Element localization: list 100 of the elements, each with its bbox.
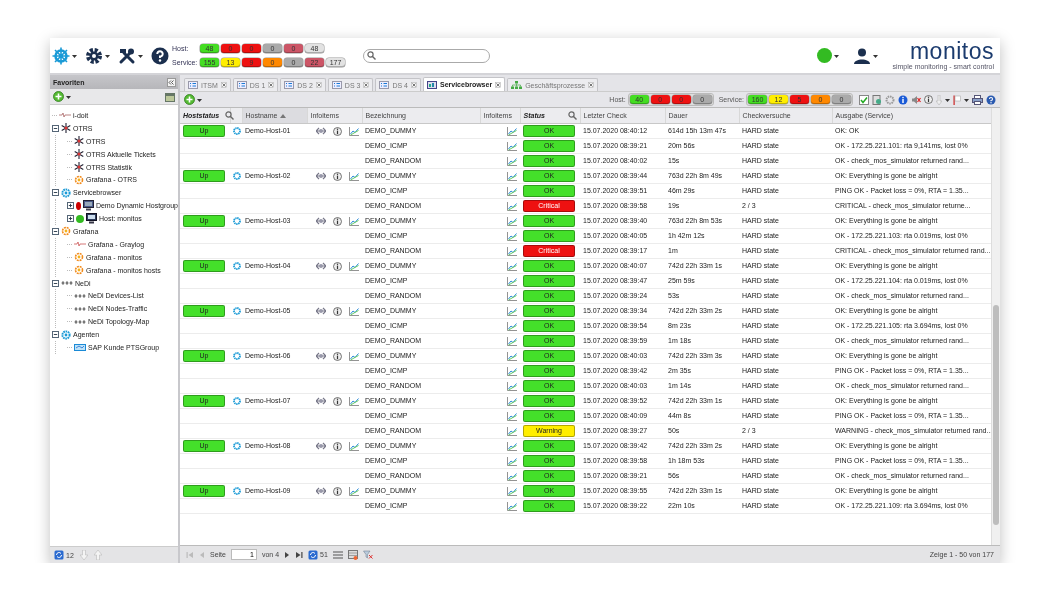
chart-icon: [349, 486, 359, 496]
collapse-icon[interactable]: [52, 331, 59, 339]
gear-icon[interactable]: [233, 397, 241, 405]
chart-icon: [349, 306, 359, 316]
close-icon[interactable]: [220, 82, 227, 88]
flag-icon[interactable]: [953, 94, 961, 105]
network-icon: [61, 280, 73, 286]
network-icon: [316, 487, 326, 495]
close-icon[interactable]: [588, 82, 595, 88]
chart-icon: [349, 396, 359, 406]
scrollbar[interactable]: [991, 108, 1000, 545]
wave-icon: [59, 112, 71, 119]
last-page-icon[interactable]: [295, 550, 304, 559]
scrollbar-thumb[interactable]: [993, 305, 999, 525]
document-icon[interactable]: [872, 94, 882, 105]
network-icon: [316, 172, 326, 180]
mute-icon[interactable]: [911, 94, 921, 105]
expand-icon[interactable]: [67, 215, 74, 223]
print-icon[interactable]: [972, 94, 983, 105]
chart-icon: [349, 261, 359, 271]
chart-icon: [507, 126, 517, 136]
chart-icon: [507, 456, 517, 466]
logo-text: monitos: [909, 39, 994, 63]
collapse-icon[interactable]: [167, 77, 176, 87]
chart-icon: [507, 231, 517, 241]
gear-icon[interactable]: [233, 352, 241, 360]
list-icon[interactable]: [332, 550, 343, 559]
help-icon[interactable]: [151, 46, 169, 65]
gear-icon[interactable]: [233, 217, 241, 225]
caret-icon[interactable]: [197, 97, 202, 102]
collapse-icon[interactable]: [52, 227, 59, 235]
check-icon[interactable]: [859, 94, 869, 105]
info-icon: [333, 396, 342, 406]
close-icon[interactable]: [268, 82, 275, 88]
sort-ascending-icon[interactable]: [280, 113, 287, 118]
caret-icon[interactable]: [834, 53, 840, 58]
caret-icon[interactable]: [873, 53, 879, 58]
chart-icon: [507, 501, 517, 511]
network-icon: [316, 127, 326, 135]
gear-icon[interactable]: [233, 307, 241, 315]
tools-icon[interactable]: [118, 46, 136, 65]
caret-icon[interactable]: [66, 94, 71, 99]
computer-icon: [86, 213, 97, 225]
chart-icon: [507, 306, 517, 316]
chart-icon: [507, 261, 517, 271]
info-icon[interactable]: [898, 94, 908, 105]
close-icon[interactable]: [411, 82, 417, 88]
info-icon: [333, 486, 342, 496]
status-dot[interactable]: [817, 48, 833, 63]
next-page-icon[interactable]: [284, 550, 291, 559]
close-icon[interactable]: [363, 82, 370, 88]
network-icon: [316, 397, 326, 405]
add-icon[interactable]: [53, 91, 64, 102]
table-export-icon[interactable]: [347, 549, 358, 560]
caret-icon[interactable]: [138, 53, 143, 58]
gear-icon[interactable]: [885, 94, 895, 105]
asterisk-icon: [74, 162, 84, 172]
network-icon: [74, 318, 86, 325]
chart-icon: [507, 291, 517, 301]
sun-icon: [61, 226, 71, 237]
chart-icon: [507, 426, 517, 436]
network-icon: [74, 292, 86, 299]
calendar-icon[interactable]: [165, 91, 175, 102]
gear-icon[interactable]: [233, 262, 241, 270]
info-icon: [333, 441, 342, 451]
gear-icon[interactable]: [233, 442, 241, 450]
info-icon: [333, 171, 342, 181]
search-field[interactable]: [363, 48, 490, 63]
chart-icon: [507, 246, 517, 256]
expand-icon[interactable]: [67, 202, 74, 210]
settings-icon[interactable]: [85, 46, 103, 65]
dashboard-icon: [284, 81, 295, 89]
gear-icon: [61, 187, 71, 198]
chart-icon: [507, 171, 517, 181]
collapse-icon[interactable]: [52, 189, 59, 197]
chart-icon: [507, 381, 517, 391]
collapse-icon[interactable]: [52, 124, 59, 132]
chart-icon: [349, 171, 359, 181]
add-icon[interactable]: [184, 94, 195, 105]
chart-icon: [349, 126, 359, 136]
dashboard-icon: [236, 81, 247, 89]
chart-icon: [507, 276, 517, 286]
refresh-icon[interactable]: [54, 550, 64, 560]
gear-icon[interactable]: [233, 487, 241, 495]
info-icon: [333, 351, 342, 361]
caret-icon[interactable]: [964, 97, 969, 102]
close-icon[interactable]: [495, 81, 502, 88]
user-icon[interactable]: [853, 47, 872, 64]
gear-icon[interactable]: [233, 172, 241, 180]
filter-reset-icon[interactable]: [362, 549, 373, 560]
caret-icon[interactable]: [72, 53, 77, 58]
collapse-icon[interactable]: [52, 279, 59, 287]
gear-icon[interactable]: [233, 127, 241, 135]
chart-icon: [349, 441, 359, 451]
close-icon[interactable]: [315, 82, 322, 88]
dashboard-icon: [188, 81, 198, 89]
refresh-icon[interactable]: [308, 549, 319, 560]
caret-icon[interactable]: [105, 53, 110, 58]
caret-icon[interactable]: [945, 97, 950, 102]
network-icon: [316, 442, 326, 450]
